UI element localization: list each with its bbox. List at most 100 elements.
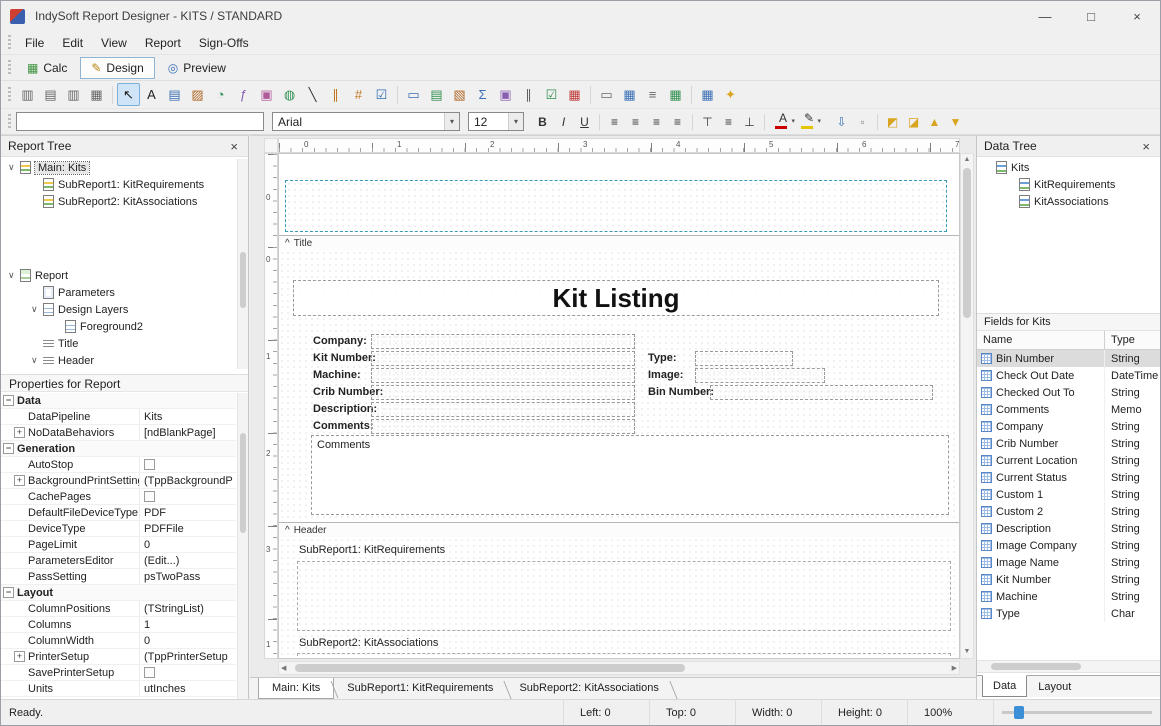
expander-icon[interactable] [14,571,25,582]
report-page-tab[interactable]: SubReport2: KitAssociations [506,678,671,699]
expander-icon[interactable] [14,667,25,678]
select-tool-icon[interactable]: ↖ [117,83,140,106]
expander-icon[interactable] [14,683,25,694]
property-value[interactable]: 0 [139,633,236,648]
property-value[interactable]: 1 [139,617,236,632]
property-row[interactable]: − Data [1,393,236,409]
property-row[interactable]: AutoStop [1,457,236,473]
field-label[interactable]: Description: [313,403,377,415]
region-tool-icon[interactable]: ▭ [595,83,618,106]
property-row[interactable]: PassSetting psTwoPass [1,569,236,585]
chevron-down-icon[interactable]: ▾ [444,113,459,130]
memo-tool-icon[interactable]: ▤ [163,83,186,106]
menu-item-edit[interactable]: Edit [53,32,92,54]
scrollbar-thumb[interactable] [240,433,246,533]
column-header-name[interactable]: Name [977,331,1105,349]
object-name-input[interactable] [16,112,264,131]
property-value[interactable]: (TStringList) [139,601,236,616]
field-table-row[interactable]: Kit Number String [977,571,1160,588]
pagebreak-tool-icon[interactable]: ≡ [641,83,664,106]
scrollbar-thumb[interactable] [991,663,1081,670]
bring-to-front-button[interactable]: ◩ [882,111,903,132]
table-grid-icon[interactable]: ▦ [696,83,719,106]
font-family-select[interactable]: Arial ▾ [272,112,460,131]
expander-icon[interactable] [14,619,25,630]
field-table-row[interactable]: Custom 1 String [977,486,1160,503]
subreport1-region[interactable] [297,561,951,631]
property-value[interactable]: (TppBackgroundP [139,473,236,488]
field-value-box[interactable] [695,351,793,366]
scroll-left-icon[interactable]: ◀ [281,663,286,675]
column-header-type[interactable]: Type [1105,331,1160,349]
tree-item[interactable]: ∨ Report [1,267,236,284]
dbchart-tool-icon[interactable]: ▦ [563,83,586,106]
property-row[interactable]: − Layout [1,585,236,601]
property-value[interactable]: (TppPrinterSetup [139,649,236,664]
data-panel-tab[interactable]: Layout [1027,676,1082,697]
line-tool-icon[interactable]: ╲ [301,83,324,106]
field-value-box[interactable] [371,419,635,434]
field-table-row[interactable]: Check Out Date DateTime [977,367,1160,384]
header-band[interactable]: SubReport1: KitRequirements SubReport2: … [279,537,959,658]
property-value[interactable] [139,489,236,504]
fields-horizontal-scrollbar[interactable] [977,660,1160,673]
tree-item[interactable]: ∨ Header [1,352,236,369]
property-row[interactable]: CachePages [1,489,236,505]
barcode-2d-tool-icon[interactable]: # [347,83,370,106]
minimize-button[interactable]: — [1022,1,1068,31]
expander-icon[interactable]: − [3,395,14,406]
zoom-slider-thumb[interactable] [1014,706,1024,719]
properties-scrollbar[interactable] [237,393,248,699]
band-grid-icon[interactable]: ▦ [85,83,108,106]
grid-snap-button[interactable]: ▫ [852,111,873,132]
band-structure-icon[interactable]: ▥ [16,83,39,106]
property-value[interactable]: PDF [139,505,236,520]
tree-item[interactable]: ∨ Design Layers [1,301,236,318]
expander-icon[interactable] [14,603,25,614]
tree-item[interactable]: Foreground2 [1,318,236,335]
dbrichtext-tool-icon[interactable]: ▧ [448,83,471,106]
property-row[interactable]: + NoDataBehaviors [ndBlankPage] [1,425,236,441]
highlight-color-button[interactable]: ✎ ▾ [797,111,821,132]
field-label[interactable]: Comments: [313,420,374,432]
subreport2-label[interactable]: SubReport2: KitAssociations [299,637,438,649]
property-value[interactable] [139,393,236,408]
tree-item[interactable]: Title [1,335,236,352]
title-band[interactable]: Kit Listing Company: Kit Number: Machine… [279,250,959,522]
move-backward-button[interactable]: ▼ [945,111,966,132]
property-row[interactable]: DataPipeline Kits [1,409,236,425]
property-value[interactable] [139,441,236,456]
property-value[interactable]: 0 [139,537,236,552]
scroll-right-icon[interactable]: ▶ [952,663,957,675]
property-row[interactable]: DefaultFileDeviceType PDF [1,505,236,521]
report-title-label[interactable]: Kit Listing [293,280,939,316]
dbtext-tool-icon[interactable]: ▭ [402,83,425,106]
title-band-divider[interactable]: ^ Title [279,235,959,250]
field-value-box[interactable] [371,402,635,417]
tab-preview[interactable]: ◎ Preview [157,57,237,79]
field-table-row[interactable]: Type Char [977,605,1160,622]
chevron-down-icon[interactable]: ▾ [508,113,523,130]
underline-button[interactable]: U [574,111,595,132]
barcode-tool-icon[interactable]: ∥ [324,83,347,106]
subreport-tool-icon[interactable]: ▦ [618,83,641,106]
expander-icon[interactable] [14,635,25,646]
valign-middle-button[interactable]: ≡ [718,111,739,132]
close-icon[interactable]: × [1139,139,1153,154]
property-row[interactable]: DeviceType PDFFile [1,521,236,537]
shape-tool-icon[interactable]: ◍ [278,83,301,106]
caret-icon[interactable]: ∨ [8,162,20,173]
tree-item[interactable]: ∨ Main: Kits [1,159,236,176]
chevron-down-icon[interactable]: ▾ [817,117,821,125]
zoom-slider[interactable] [993,700,1160,725]
wizard-icon[interactable]: ✦ [719,83,742,106]
bold-button[interactable]: B [532,111,553,132]
property-row[interactable]: ParametersEditor (Edit...) [1,553,236,569]
property-row[interactable]: − Generation [1,441,236,457]
align-center-button[interactable]: ≡ [625,111,646,132]
tree-item[interactable]: SubReport2: KitAssociations [1,193,236,210]
expander-icon[interactable]: − [3,443,14,454]
tab-calc[interactable]: ▦ Calc [16,57,78,79]
property-value[interactable]: psTwoPass [139,569,236,584]
data-tree-item[interactable]: Kits [977,159,1160,176]
